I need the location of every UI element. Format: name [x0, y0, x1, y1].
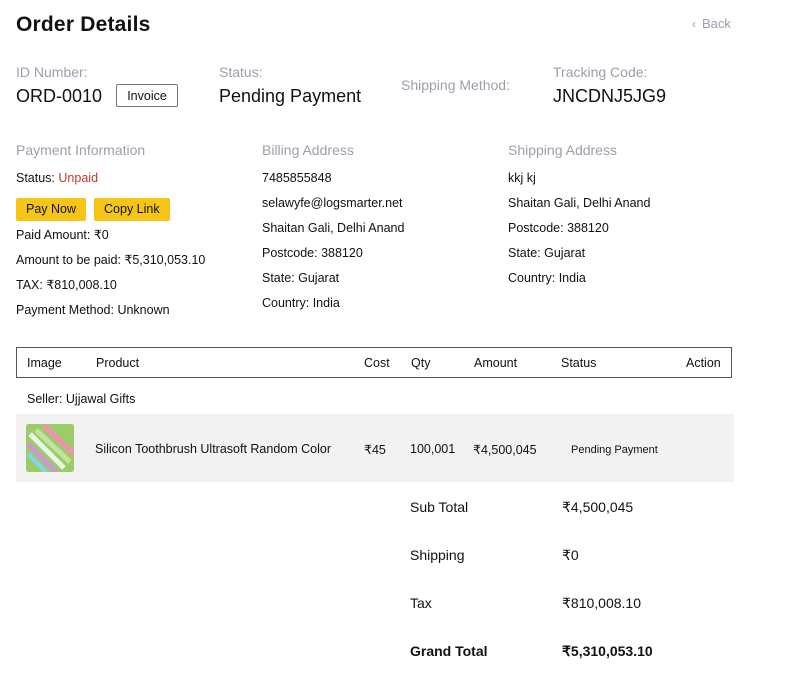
pay-now-button[interactable]: Pay Now	[16, 198, 87, 221]
status-label: Status:	[219, 64, 263, 80]
toothbrush-product-image	[26, 424, 74, 472]
page-title: Order Details	[16, 13, 151, 36]
header-cost: Cost	[364, 356, 390, 370]
billing-country: Country: India	[262, 296, 340, 310]
payment-information: Payment Information Status: Unpaid Pay N…	[16, 142, 205, 327]
product-status-badge: Pending Payment	[571, 444, 658, 456]
invoice-button[interactable]: Invoice	[116, 84, 178, 107]
payment-method: Payment Method: Unknown	[16, 303, 170, 317]
tracking-code-label: Tracking Code:	[553, 64, 648, 80]
subtotal-value: ₹4,500,045	[562, 499, 634, 515]
tax-label: Tax	[410, 595, 432, 611]
table-header: Image Product Cost Qty Amount Status Act…	[16, 347, 732, 378]
tax-value: ₹810,008.10	[562, 595, 641, 611]
product-cost: ₹45	[364, 443, 386, 457]
billing-state: State: Gujarat	[262, 271, 340, 285]
shipping-label: Shipping	[410, 547, 465, 563]
billing-email: selawyfe@logsmarter.net	[262, 196, 403, 210]
billing-street: Shaitan Gali, Delhi Anand	[262, 221, 405, 235]
chevron-left-icon: ‹	[692, 16, 696, 31]
header-status: Status	[561, 356, 597, 370]
paid-amount: Paid Amount: ₹0	[16, 228, 109, 242]
shipping-state: State: Gujarat	[508, 246, 586, 260]
shipping-address: Shipping Address kkj kj Shaitan Gali, De…	[508, 142, 650, 295]
billing-address: Billing Address 7485855848 selawyfe@logs…	[262, 142, 404, 320]
header-qty: Qty	[411, 356, 431, 370]
subtotal-label: Sub Total	[410, 499, 469, 515]
back-label: Back	[702, 16, 731, 31]
shipping-heading: Shipping Address	[508, 142, 617, 158]
id-number-value: ORD-0010	[16, 86, 103, 106]
tax-line: TAX: ₹810,008.10	[16, 278, 117, 292]
table-row: Silicon Toothbrush Ultrasoft Random Colo…	[16, 414, 734, 482]
header-amount: Amount	[474, 356, 518, 370]
header-image: Image	[27, 356, 62, 370]
shipping-country: Country: India	[508, 271, 586, 285]
tracking-code-value: JNCDNJ5JG9	[553, 86, 667, 106]
back-link[interactable]: ‹ Back	[692, 16, 731, 31]
shipping-street: Shaitan Gali, Delhi Anand	[508, 196, 651, 210]
billing-postcode: Postcode: 388120	[262, 246, 363, 260]
shipping-name: kkj kj	[508, 171, 536, 185]
status-value: Pending Payment	[219, 86, 362, 106]
shipping-value: ₹0	[562, 547, 579, 563]
seller-name: Seller: Ujjawal Gifts	[27, 392, 136, 406]
shipping-method-label: Shipping Method:	[401, 77, 510, 93]
shipping-postcode: Postcode: 388120	[508, 221, 609, 235]
grand-total-label: Grand Total	[410, 643, 488, 659]
billing-heading: Billing Address	[262, 142, 354, 158]
payment-status-label: Status:	[16, 171, 55, 185]
grand-total-value: ₹5,310,053.10	[562, 643, 653, 659]
product-amount: ₹4,500,045	[473, 443, 537, 457]
header-product: Product	[96, 356, 140, 370]
amount-to-be-paid: Amount to be paid: ₹5,310,053.10	[16, 253, 206, 267]
product-qty: 100,001	[410, 442, 456, 456]
payment-status-badge: Unpaid	[58, 171, 99, 185]
payment-status: Status: Unpaid	[16, 170, 205, 195]
payment-heading: Payment Information	[16, 142, 146, 158]
order-details-page: Order Details ‹ Back ID Number: ORD-0010…	[0, 0, 800, 681]
billing-phone: 7485855848	[262, 171, 332, 185]
product-name[interactable]: Silicon Toothbrush Ultrasoft Random Colo…	[95, 442, 331, 456]
copy-link-button[interactable]: Copy Link	[94, 198, 170, 221]
header-action: Action	[686, 356, 721, 370]
id-number-label: ID Number:	[16, 64, 88, 80]
